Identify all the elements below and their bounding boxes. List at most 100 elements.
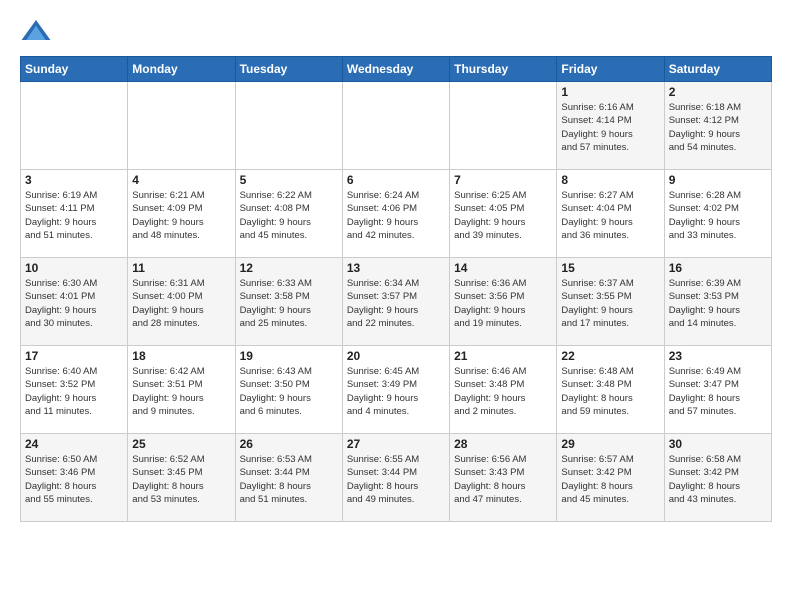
calendar-day-cell: 16 Sunrise: 6:39 AMSunset: 3:53 PMDayligh…	[664, 258, 771, 346]
calendar-day-cell: 17Sunrise: 6:40 AMSunset: 3:52 PMDayligh…	[21, 346, 128, 434]
calendar-day-cell: 15 Sunrise: 6:37 AMSunset: 3:55 PMDayligh…	[557, 258, 664, 346]
day-number: 1	[561, 85, 659, 99]
day-number: 11	[132, 261, 230, 275]
day-info: Sunrise: 6:50 AMSunset: 3:46 PMDaylight:…	[25, 453, 123, 506]
day-number: 17	[25, 349, 123, 363]
calendar-day-header: Thursday	[450, 57, 557, 82]
logo	[20, 16, 56, 48]
calendar-day-cell: 21 Sunrise: 6:46 AMSunset: 3:48 PMDayligh…	[450, 346, 557, 434]
calendar-day-cell: 6 Sunrise: 6:24 AMSunset: 4:06 PMDaylight…	[342, 170, 449, 258]
calendar-day-cell	[235, 82, 342, 170]
calendar-day-cell: 20Sunrise: 6:45 AMSunset: 3:49 PMDayligh…	[342, 346, 449, 434]
day-number: 23	[669, 349, 767, 363]
day-number: 12	[240, 261, 338, 275]
calendar-day-cell: 11 Sunrise: 6:31 AMSunset: 4:00 PMDayligh…	[128, 258, 235, 346]
day-info: Sunrise: 6:37 AMSunset: 3:55 PMDaylight:…	[561, 277, 659, 330]
day-number: 26	[240, 437, 338, 451]
day-number: 21	[454, 349, 552, 363]
calendar-week-row: 10 Sunrise: 6:30 AMSunset: 4:01 PMDayligh…	[21, 258, 772, 346]
calendar-day-cell: 13 Sunrise: 6:34 AMSunset: 3:57 PMDayligh…	[342, 258, 449, 346]
day-info: Sunrise: 6:52 AMSunset: 3:45 PMDaylight:…	[132, 453, 230, 506]
day-number: 25	[132, 437, 230, 451]
day-info: Sunrise: 6:16 AMSunset: 4:14 PMDaylight:…	[561, 101, 659, 154]
day-number: 14	[454, 261, 552, 275]
calendar-day-cell: 7 Sunrise: 6:25 AMSunset: 4:05 PMDaylight…	[450, 170, 557, 258]
day-info: Sunrise: 6:46 AMSunset: 3:48 PMDaylight:…	[454, 365, 552, 418]
day-number: 30	[669, 437, 767, 451]
calendar-day-cell: 23 Sunrise: 6:49 AMSunset: 3:47 PMDayligh…	[664, 346, 771, 434]
calendar-day-cell: 28 Sunrise: 6:56 AMSunset: 3:43 PMDayligh…	[450, 434, 557, 522]
calendar-day-cell: 27Sunrise: 6:55 AMSunset: 3:44 PMDayligh…	[342, 434, 449, 522]
day-number: 10	[25, 261, 123, 275]
day-number: 16	[669, 261, 767, 275]
calendar-day-cell: 9 Sunrise: 6:28 AMSunset: 4:02 PMDaylight…	[664, 170, 771, 258]
calendar-day-cell: 18 Sunrise: 6:42 AMSunset: 3:51 PMDayligh…	[128, 346, 235, 434]
calendar-day-header: Monday	[128, 57, 235, 82]
calendar-week-row: 17Sunrise: 6:40 AMSunset: 3:52 PMDayligh…	[21, 346, 772, 434]
calendar-day-cell: 10 Sunrise: 6:30 AMSunset: 4:01 PMDayligh…	[21, 258, 128, 346]
day-info: Sunrise: 6:56 AMSunset: 3:43 PMDaylight:…	[454, 453, 552, 506]
day-number: 15	[561, 261, 659, 275]
day-number: 7	[454, 173, 552, 187]
day-info: Sunrise: 6:18 AMSunset: 4:12 PMDaylight:…	[669, 101, 767, 154]
day-info: Sunrise: 6:49 AMSunset: 3:47 PMDaylight:…	[669, 365, 767, 418]
day-number: 8	[561, 173, 659, 187]
day-info: Sunrise: 6:31 AMSunset: 4:00 PMDaylight:…	[132, 277, 230, 330]
calendar-day-cell: 26Sunrise: 6:53 AMSunset: 3:44 PMDayligh…	[235, 434, 342, 522]
calendar-day-cell: 29 Sunrise: 6:57 AMSunset: 3:42 PMDayligh…	[557, 434, 664, 522]
day-info: Sunrise: 6:22 AMSunset: 4:08 PMDaylight:…	[240, 189, 338, 242]
day-info: Sunrise: 6:28 AMSunset: 4:02 PMDaylight:…	[669, 189, 767, 242]
day-number: 29	[561, 437, 659, 451]
calendar-week-row: 3 Sunrise: 6:19 AMSunset: 4:11 PMDaylight…	[21, 170, 772, 258]
day-number: 18	[132, 349, 230, 363]
day-info: Sunrise: 6:19 AMSunset: 4:11 PMDaylight:…	[25, 189, 123, 242]
day-number: 28	[454, 437, 552, 451]
day-number: 27	[347, 437, 445, 451]
calendar-day-cell: 14Sunrise: 6:36 AMSunset: 3:56 PMDayligh…	[450, 258, 557, 346]
calendar-day-cell: 5 Sunrise: 6:22 AMSunset: 4:08 PMDaylight…	[235, 170, 342, 258]
day-info: Sunrise: 6:27 AMSunset: 4:04 PMDaylight:…	[561, 189, 659, 242]
calendar-day-cell: 30 Sunrise: 6:58 AMSunset: 3:42 PMDayligh…	[664, 434, 771, 522]
page: SundayMondayTuesdayWednesdayThursdayFrid…	[0, 0, 792, 538]
calendar-day-header: Wednesday	[342, 57, 449, 82]
day-info: Sunrise: 6:58 AMSunset: 3:42 PMDaylight:…	[669, 453, 767, 506]
calendar-day-cell: 19Sunrise: 6:43 AMSunset: 3:50 PMDayligh…	[235, 346, 342, 434]
calendar-day-cell	[128, 82, 235, 170]
header	[20, 16, 772, 48]
day-number: 13	[347, 261, 445, 275]
calendar-day-cell	[450, 82, 557, 170]
calendar-day-cell: 2 Sunrise: 6:18 AMSunset: 4:12 PMDaylight…	[664, 82, 771, 170]
day-number: 20	[347, 349, 445, 363]
day-info: Sunrise: 6:42 AMSunset: 3:51 PMDaylight:…	[132, 365, 230, 418]
day-number: 24	[25, 437, 123, 451]
day-info: Sunrise: 6:57 AMSunset: 3:42 PMDaylight:…	[561, 453, 659, 506]
calendar-day-cell: 22 Sunrise: 6:48 AMSunset: 3:48 PMDayligh…	[557, 346, 664, 434]
day-info: Sunrise: 6:21 AMSunset: 4:09 PMDaylight:…	[132, 189, 230, 242]
day-number: 6	[347, 173, 445, 187]
day-number: 22	[561, 349, 659, 363]
calendar-day-cell	[342, 82, 449, 170]
day-info: Sunrise: 6:39 AMSunset: 3:53 PMDaylight:…	[669, 277, 767, 330]
logo-icon	[20, 16, 52, 48]
calendar-day-cell: 1 Sunrise: 6:16 AMSunset: 4:14 PMDaylight…	[557, 82, 664, 170]
day-info: Sunrise: 6:30 AMSunset: 4:01 PMDaylight:…	[25, 277, 123, 330]
day-info: Sunrise: 6:24 AMSunset: 4:06 PMDaylight:…	[347, 189, 445, 242]
day-number: 5	[240, 173, 338, 187]
calendar-day-header: Friday	[557, 57, 664, 82]
calendar-day-cell: 25 Sunrise: 6:52 AMSunset: 3:45 PMDayligh…	[128, 434, 235, 522]
calendar-day-cell: 4 Sunrise: 6:21 AMSunset: 4:09 PMDaylight…	[128, 170, 235, 258]
calendar-day-cell	[21, 82, 128, 170]
day-info: Sunrise: 6:25 AMSunset: 4:05 PMDaylight:…	[454, 189, 552, 242]
day-info: Sunrise: 6:34 AMSunset: 3:57 PMDaylight:…	[347, 277, 445, 330]
calendar-header-row: SundayMondayTuesdayWednesdayThursdayFrid…	[21, 57, 772, 82]
day-number: 3	[25, 173, 123, 187]
day-info: Sunrise: 6:48 AMSunset: 3:48 PMDaylight:…	[561, 365, 659, 418]
calendar-day-cell: 3 Sunrise: 6:19 AMSunset: 4:11 PMDaylight…	[21, 170, 128, 258]
calendar-day-cell: 8 Sunrise: 6:27 AMSunset: 4:04 PMDaylight…	[557, 170, 664, 258]
day-number: 9	[669, 173, 767, 187]
day-number: 2	[669, 85, 767, 99]
calendar-day-header: Saturday	[664, 57, 771, 82]
day-info: Sunrise: 6:43 AMSunset: 3:50 PMDaylight:…	[240, 365, 338, 418]
day-number: 4	[132, 173, 230, 187]
calendar-day-header: Tuesday	[235, 57, 342, 82]
